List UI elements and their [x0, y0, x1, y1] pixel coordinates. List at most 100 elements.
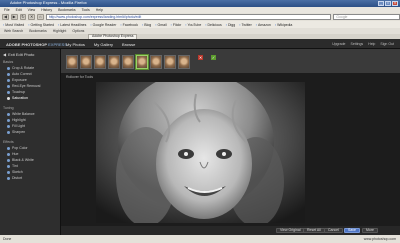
more-button[interactable]: More [362, 228, 378, 233]
tool-pop-color[interactable]: Pop Color [7, 146, 28, 150]
search-input[interactable]: Google [333, 14, 400, 20]
web-search-button[interactable]: Web Search [4, 29, 23, 33]
tool-hue[interactable]: Hue [7, 152, 18, 156]
tool-bullet-icon [7, 130, 10, 134]
tool-bullet-icon [7, 158, 10, 162]
tool-highlight[interactable]: Highlight [7, 118, 26, 122]
tool-bullet-icon [7, 96, 10, 100]
bookmarks-toolbar: Most Visited Getting Started Latest Head… [0, 21, 400, 28]
tool-bullet-icon [7, 78, 10, 82]
tool-white-balance[interactable]: White Balance [7, 112, 35, 116]
menu-history[interactable]: History [41, 8, 52, 12]
variation-thumbnail[interactable] [150, 55, 162, 69]
tool-crop-rotate[interactable]: Crop & Rotate [7, 66, 34, 70]
tool-saturation[interactable]: Saturation [7, 96, 28, 100]
tool-bullet-icon [7, 164, 10, 168]
tool-auto-correct[interactable]: Auto Correct [7, 72, 32, 76]
variation-thumbnail[interactable] [122, 55, 134, 69]
bookmark-item[interactable]: Getting Started [28, 23, 55, 27]
tool-label: Tint [12, 164, 18, 168]
highlight-button[interactable]: Highlight [53, 29, 67, 33]
bookmark-item[interactable]: Gmail [155, 23, 167, 27]
apply-change-icon[interactable]: ✓ [211, 55, 216, 60]
minimize-button[interactable]: _ [378, 1, 384, 6]
tool-bullet-icon [7, 152, 10, 156]
tool-tint[interactable]: Tint [7, 164, 18, 168]
close-window-button[interactable]: ✕ [392, 1, 398, 6]
tool-sketch[interactable]: Sketch [7, 170, 23, 174]
bookmark-item[interactable]: YouTube [185, 23, 202, 27]
bookmark-item[interactable]: Blog [142, 23, 151, 27]
tool-fill-light[interactable]: Fill Light [7, 124, 25, 128]
tool-exposure[interactable]: Exposure [7, 78, 27, 82]
home-button[interactable]: ⌂ [37, 14, 44, 20]
tool-bullet-icon [7, 176, 10, 180]
bookmark-item[interactable]: Delicious [205, 23, 222, 27]
settings-link[interactable]: Settings [351, 42, 364, 46]
photo-canvas[interactable] [96, 82, 305, 223]
bookmark-item[interactable]: Most Visited [3, 23, 24, 27]
reload-button[interactable]: ↻ [19, 14, 27, 20]
variation-thumbnail-selected[interactable] [136, 55, 148, 69]
exit-edit-button[interactable]: ◀ Exit Edit Photo [3, 52, 34, 57]
menu-file[interactable]: File [4, 8, 10, 12]
nav-my-photos[interactable]: My Photos [66, 42, 85, 47]
variation-thumbnail[interactable] [178, 55, 190, 69]
save-button[interactable]: Save [344, 228, 360, 233]
bookmark-item[interactable]: Twitter [239, 23, 251, 27]
bookmark-item[interactable]: Latest Headlines [58, 23, 86, 27]
tool-bullet-icon [7, 146, 10, 150]
menu-help[interactable]: Help [96, 8, 103, 12]
variation-thumbnail[interactable] [164, 55, 176, 69]
tool-distort[interactable]: Distort [7, 176, 22, 180]
bookmark-item[interactable]: Amazon [256, 23, 271, 27]
tool-touchup[interactable]: Touchup [7, 90, 25, 94]
variation-thumbnail[interactable] [94, 55, 106, 69]
sign-out-link[interactable]: Sign Out [380, 42, 394, 46]
back-button[interactable]: ◀ [2, 14, 9, 20]
help-link[interactable]: Help [368, 42, 375, 46]
view-original-button[interactable]: View Original [276, 228, 305, 233]
main-nav: My Photos My Gallery Browse [66, 42, 135, 47]
tool-label: Black & White [12, 158, 34, 162]
options-button[interactable]: Options [72, 29, 84, 33]
menu-view[interactable]: View [28, 8, 36, 12]
tool-label: Highlight [12, 118, 26, 122]
bookmark-item[interactable]: Digg [226, 23, 235, 27]
upgrade-link[interactable]: Upgrade [332, 42, 345, 46]
strip-tip: Rollover for Tools [66, 75, 93, 79]
cancel-change-icon[interactable]: ✕ [198, 55, 203, 60]
nav-my-gallery[interactable]: My Gallery [94, 42, 113, 47]
variation-thumbnail[interactable] [80, 55, 92, 69]
tool-label: Distort [12, 176, 23, 180]
maximize-button[interactable]: □ [385, 1, 391, 6]
tool-bullet-icon [7, 112, 10, 116]
toolbar-bookmarks-button[interactable]: Bookmarks [29, 29, 47, 33]
back-arrow-icon: ◀ [3, 52, 7, 57]
tool-sharpen[interactable]: Sharpen [7, 130, 25, 134]
tool-label: Hue [12, 152, 19, 156]
nav-browse[interactable]: Browse [122, 42, 135, 47]
reset-all-button[interactable]: Reset All [303, 228, 325, 233]
menu-bookmarks[interactable]: Bookmarks [58, 8, 76, 12]
status-text: Done [3, 237, 12, 241]
section-tuning-title: Tuning [3, 106, 14, 110]
bookmark-item[interactable]: Google Reader [90, 23, 117, 27]
bookmark-item[interactable]: Flickr [171, 23, 181, 27]
tool-black-white[interactable]: Black & White [7, 158, 34, 162]
menu-tools[interactable]: Tools [82, 8, 90, 12]
forward-button[interactable]: ▶ [10, 14, 18, 20]
variation-thumbnail[interactable] [66, 55, 78, 69]
bookmark-item[interactable]: Facebook [120, 23, 138, 27]
variation-thumbnail[interactable] [108, 55, 120, 69]
stop-button[interactable]: ✕ [28, 14, 35, 20]
tool-bullet-icon [7, 118, 10, 122]
app-logo[interactable]: ADOBE PHOTOSHOP EXPRESS [6, 42, 67, 47]
tool-red-eye[interactable]: Red-Eye Removal [7, 84, 40, 88]
cancel-button[interactable]: Cancel [324, 228, 343, 233]
tool-label: Sharpen [12, 130, 26, 134]
menu-edit[interactable]: Edit [16, 8, 22, 12]
url-input[interactable]: http://www.photoshop.com/express/landing… [45, 14, 332, 20]
bookmark-item[interactable]: Wikipedia [275, 23, 292, 27]
user-nav: Upgrade Settings Help Sign Out [332, 42, 394, 46]
